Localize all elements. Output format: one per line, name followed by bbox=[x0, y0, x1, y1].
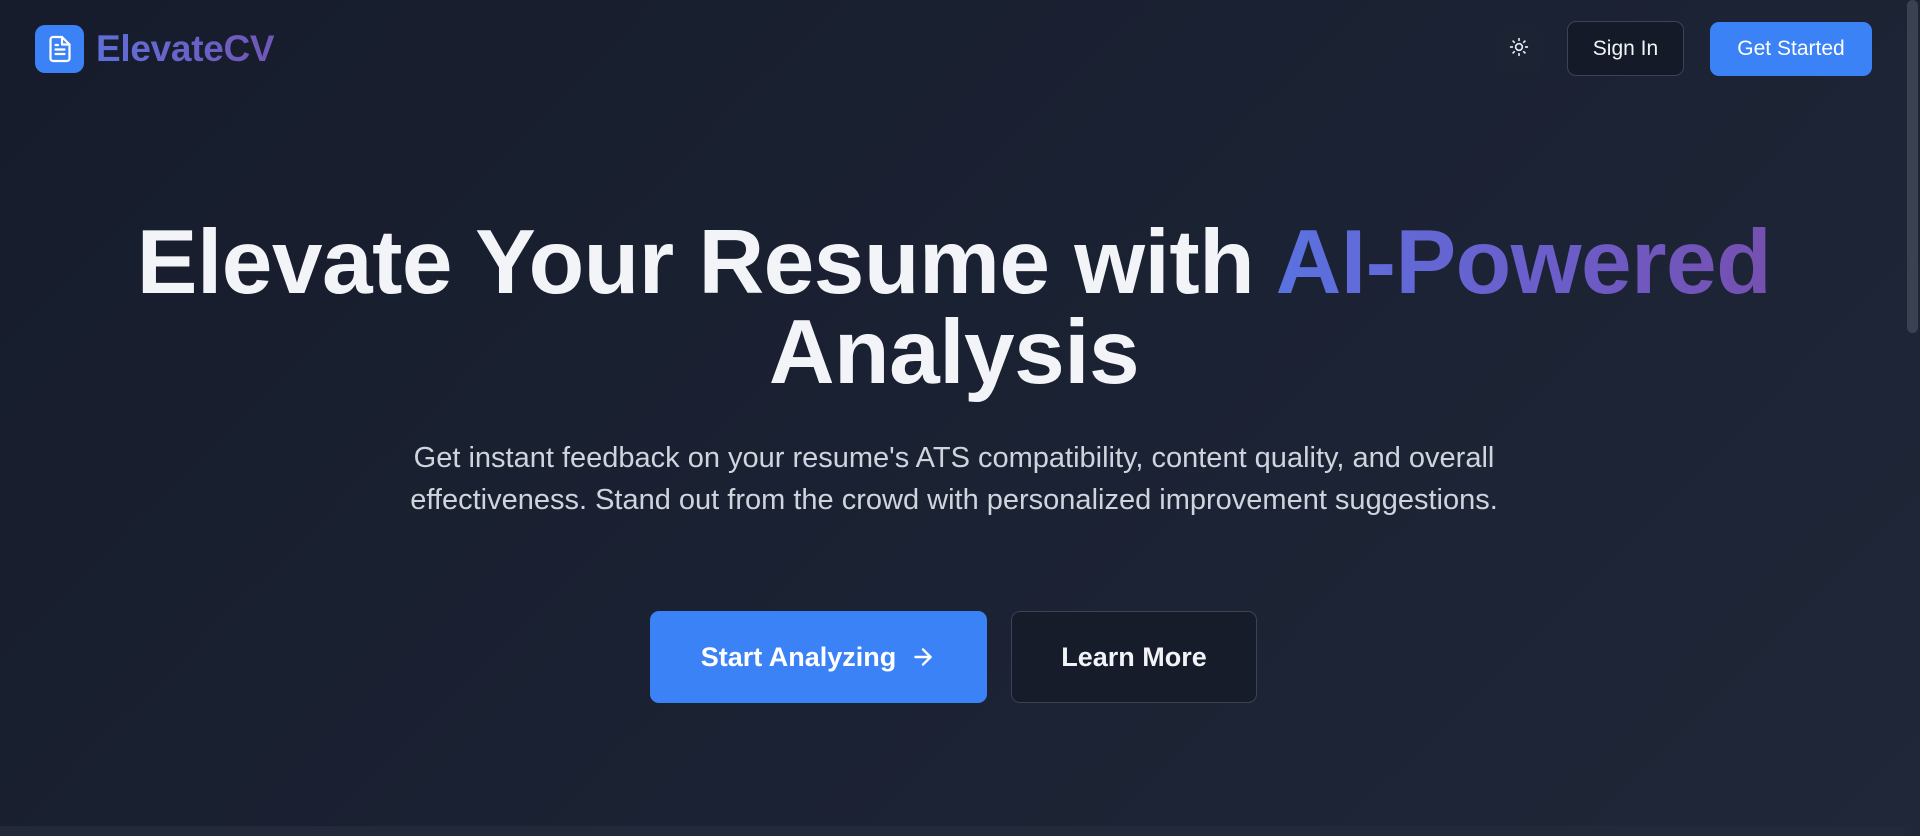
theme-toggle-button[interactable] bbox=[1495, 25, 1543, 73]
brand-name: ElevateCV bbox=[96, 28, 275, 69]
hero-title-main: Elevate Your Resume with bbox=[136, 212, 1255, 313]
scrollbar-thumb[interactable] bbox=[1907, 0, 1918, 333]
next-section-edge bbox=[0, 826, 1905, 836]
hero-title-accent: AI-Powered bbox=[1275, 212, 1772, 313]
get-started-button[interactable]: Get Started bbox=[1710, 22, 1872, 76]
start-analyzing-label: Start Analyzing bbox=[700, 641, 897, 672]
sun-icon bbox=[1509, 37, 1529, 62]
learn-more-button[interactable]: Learn More bbox=[1011, 611, 1257, 703]
hero-subtitle: Get instant feedback on your resume's AT… bbox=[410, 442, 1498, 516]
hero-title-end: Analysis bbox=[768, 302, 1140, 403]
brand-logo[interactable]: ElevateCV bbox=[35, 25, 275, 73]
start-analyzing-button[interactable]: Start Analyzing bbox=[650, 611, 987, 703]
sign-in-button[interactable]: Sign In bbox=[1567, 21, 1684, 76]
site-header: ElevateCV Sign In Get Started bbox=[0, 0, 1920, 98]
hero-title: Elevate Your Resume with AI-Powered Analy… bbox=[0, 217, 1908, 398]
arrow-right-icon bbox=[910, 644, 936, 670]
document-icon bbox=[35, 25, 84, 73]
